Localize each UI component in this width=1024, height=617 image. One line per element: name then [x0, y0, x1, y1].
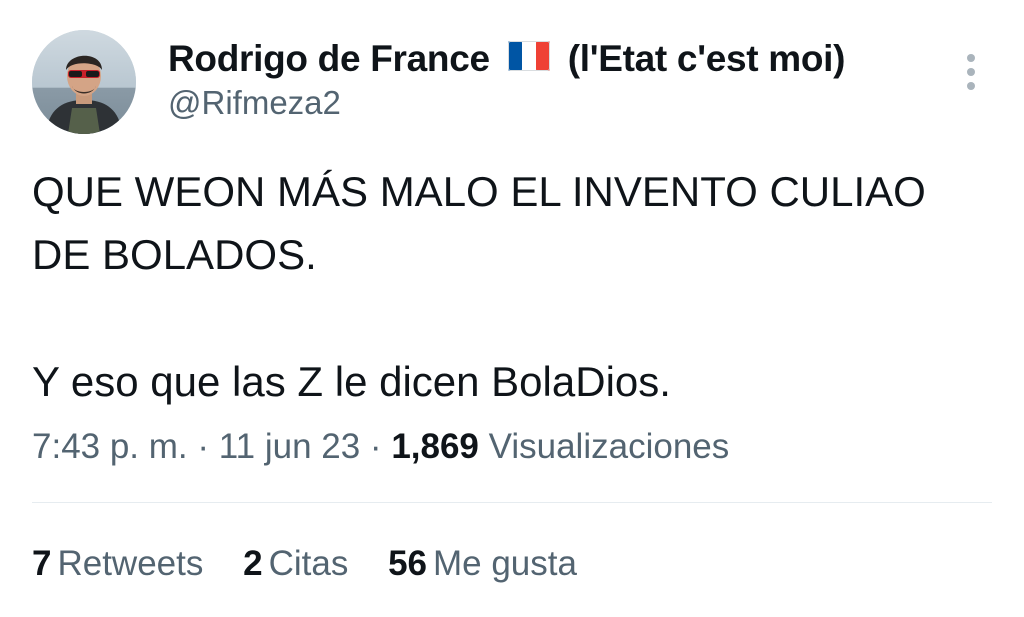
- author-name-suffix: (l'Etat c'est moi): [567, 38, 846, 79]
- tweet-paragraph: QUE WEON MÁS MALO EL INVENTO CULIAO DE B…: [32, 168, 926, 278]
- likes-count: 56: [388, 544, 427, 583]
- meta-separator: ·: [197, 427, 210, 466]
- avatar-photo: [32, 30, 136, 134]
- likes-label: Me gusta: [433, 544, 577, 583]
- author-display-name[interactable]: Rodrigo de France (l'Etat c'est moi): [168, 36, 845, 86]
- quotes-count: 2: [243, 544, 263, 583]
- tweet-time[interactable]: 7:43 p. m.: [32, 427, 188, 466]
- author-name: Rodrigo de France: [168, 38, 490, 79]
- views-count: 1,869: [391, 427, 479, 466]
- views-label: Visualizaciones: [488, 427, 730, 466]
- likes-stat[interactable]: 56 Me gusta: [388, 540, 577, 588]
- more-options-button[interactable]: [954, 48, 988, 98]
- views-link[interactable]: 1,869 Visualizaciones: [391, 427, 729, 466]
- avatar[interactable]: [32, 30, 136, 134]
- tweet-text: QUE WEON MÁS MALO EL INVENTO CULIAO DE B…: [32, 160, 992, 413]
- more-vertical-icon: [967, 54, 975, 90]
- engagement-stats: 7 Retweets 2 Citas 56 Me gusta: [32, 540, 607, 588]
- quotes-label: Citas: [268, 544, 349, 583]
- tweet-paragraph: Y eso que las Z le dicen BolaDios.: [32, 358, 671, 405]
- author-handle[interactable]: @Rifmeza2: [168, 82, 341, 124]
- retweets-label: Retweets: [57, 544, 204, 583]
- quotes-stat[interactable]: 2 Citas: [243, 540, 348, 588]
- france-flag-icon: [507, 36, 550, 82]
- retweets-stat[interactable]: 7 Retweets: [32, 540, 203, 588]
- meta-separator: ·: [369, 427, 382, 466]
- divider: [32, 502, 992, 503]
- tweet-meta: 7:43 p. m. · 11 jun 23 · 1,869 Visualiza…: [32, 423, 729, 471]
- tweet-date[interactable]: 11 jun 23: [219, 427, 360, 466]
- retweets-count: 7: [32, 544, 52, 583]
- tweet-card: Rodrigo de France (l'Etat c'est moi) @Ri…: [0, 0, 1024, 617]
